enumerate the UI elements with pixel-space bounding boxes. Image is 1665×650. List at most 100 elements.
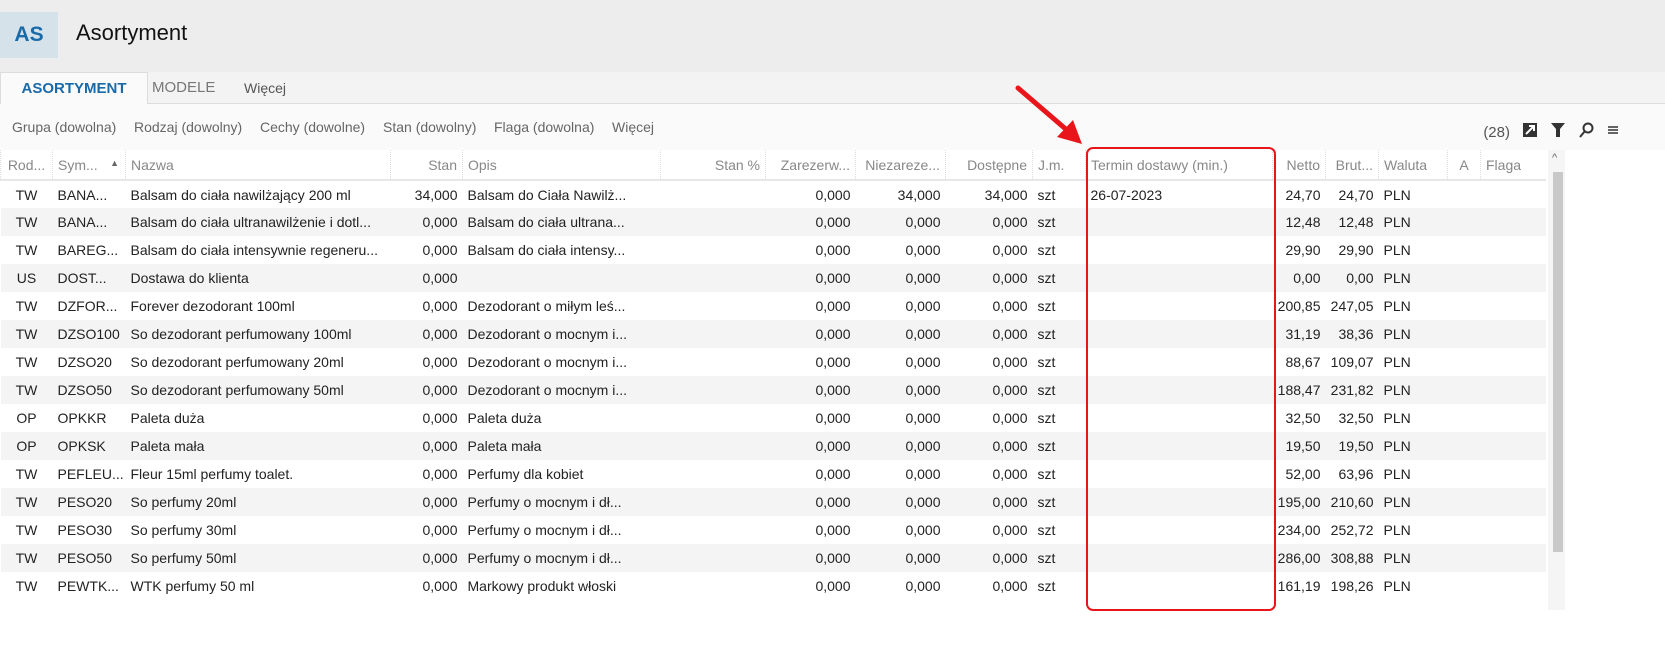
column-header[interactable]: Netto [1272, 150, 1326, 181]
table-cell: Paleta duża [467, 410, 542, 426]
table-row[interactable]: TW DZSO50 So dezodorant perfumowany 50ml 0,… [0, 376, 1546, 404]
table-cell: 0,000 [855, 544, 946, 572]
table-row[interactable]: TW PESO30 So perfumy 30ml 0,000 Perfumy o mo… [1, 516, 1546, 544]
table-cell: 0,000 [992, 354, 1028, 370]
column-header[interactable]: Nazwa [125, 150, 391, 181]
sort-ascending-icon: ▲ [110, 158, 119, 168]
table-cell: PESO20 [52, 488, 126, 516]
table-row[interactable]: OP OPKSK Paleta mała 0,000 Paleta mała 0,000 0… [0, 432, 1546, 460]
search-icon[interactable] [1578, 122, 1594, 142]
column-header[interactable]: Waluta [1378, 150, 1448, 181]
table-cell: US [0, 264, 53, 292]
table-row[interactable]: TW PEFLEU... Fleur 15ml perfumy toalet. 0,0… [1, 460, 1546, 488]
column-header[interactable]: Sym... ▲ [52, 150, 126, 181]
column-header[interactable]: Zarezerw... [765, 150, 856, 181]
column-header[interactable]: Stan % [660, 150, 766, 181]
table-cell [1448, 236, 1481, 264]
tab-asortyment[interactable]: ASORTYMENT [0, 72, 148, 105]
table-cell: Balsam do ciała ultrana... [462, 208, 661, 236]
table-cell [1086, 572, 1273, 600]
table-cell: Perfumy o mocnym i dł... [462, 488, 661, 516]
table-row[interactable]: TW BAREG... Balsam do ciała intensywnie re… [1, 236, 1546, 264]
scrollbar-thumb[interactable] [1553, 172, 1563, 552]
table-cell [660, 544, 766, 572]
filter-rodzaj[interactable]: Rodzaj (dowolny) [134, 119, 242, 135]
tab-bar: ASORTYMENT MODELE Więcej [0, 72, 1665, 105]
column-header[interactable]: J.m. [1032, 150, 1086, 181]
column-header[interactable]: Brut... [1325, 150, 1379, 181]
filter-flaga[interactable]: Flaga (dowolna) [494, 119, 594, 135]
table-cell: szt [1037, 298, 1056, 314]
column-header[interactable]: Stan [390, 150, 463, 181]
page-title: Asortyment [76, 20, 188, 45]
table-cell: TW [0, 544, 53, 572]
table-cell: PEWTK... [57, 578, 119, 594]
table-cell [1447, 432, 1481, 460]
table-cell: 286,00 [1272, 544, 1326, 572]
column-header[interactable]: Termin dostawy (min.) [1085, 150, 1273, 181]
table-cell: 0,000 [945, 320, 1033, 348]
table-cell: szt [1037, 578, 1056, 594]
table-row[interactable]: TW BANA... Balsam do ciała ultranawilżenie… [0, 208, 1546, 236]
filter-stan[interactable]: Stan (dowolny) [383, 119, 476, 135]
column-header[interactable]: Rod... [0, 150, 53, 181]
tab-modele[interactable]: MODELE [152, 72, 215, 104]
table-cell [661, 404, 766, 432]
table-cell: 29,90 [1338, 242, 1374, 258]
table-cell: 63,96 [1338, 466, 1374, 482]
table-cell: 0,000 [905, 522, 941, 538]
table-cell: 0,000 [905, 410, 941, 426]
filter-icon[interactable] [1550, 122, 1566, 142]
column-header[interactable]: Opis [462, 150, 661, 181]
column-header[interactable]: Flaga [1480, 150, 1546, 181]
table-cell [661, 236, 766, 264]
table-cell: 234,00 [1277, 522, 1321, 538]
table-row[interactable]: TW PEWTK... WTK perfumy 50 ml 0,000 Markowy … [1, 572, 1546, 600]
tab-more[interactable]: Więcej [244, 72, 286, 104]
table-cell: Dezodorant o mocnym i... [467, 354, 628, 370]
table-cell: 0,000 [390, 264, 463, 292]
table-cell: TW [15, 466, 38, 482]
table-row[interactable]: TW DZFOR... Forever dezodorant 100ml 0,000 D… [1, 292, 1546, 320]
table-cell: OPKSK [52, 432, 126, 460]
table-cell: PLN [1378, 432, 1448, 460]
table-cell: 0,000 [815, 522, 851, 538]
table-row[interactable]: TW DZSO20 So dezodorant perfumowany 20ml 0,… [1, 348, 1546, 376]
table-cell: 0,000 [855, 264, 946, 292]
table-cell: 34,000 [414, 186, 458, 203]
table-row[interactable]: OP OPKKR Paleta duża 0,000 Paleta duża 0,000 0… [1, 404, 1546, 432]
table-row[interactable]: TW PESO20 So perfumy 20ml 0,000 Perfumy o mo… [0, 488, 1546, 516]
table-row[interactable]: US DOST... Dostawa do klienta 0,000 0,000 0,0… [0, 264, 1546, 292]
scroll-up-icon[interactable]: ^ [1552, 152, 1557, 164]
table-cell: szt [1037, 522, 1056, 538]
filter-grupa[interactable]: Grupa (dowolna) [12, 119, 116, 135]
table-cell: Fleur 15ml perfumy toalet. [130, 466, 294, 482]
table-cell: 0,00 [1325, 264, 1379, 292]
table-row[interactable]: TW BANA... Balsam do ciała nawilżający 200… [1, 180, 1546, 208]
table-cell: 0,000 [422, 578, 458, 594]
table-cell [660, 208, 766, 236]
table-row[interactable]: TW DZSO100 So dezodorant perfumowany 100ml… [0, 320, 1546, 348]
export-icon[interactable] [1522, 122, 1538, 142]
menu-icon[interactable] [1606, 123, 1620, 141]
table-cell [1481, 236, 1546, 264]
filter-cechy[interactable]: Cechy (dowolne) [260, 119, 365, 135]
table-cell: 0,000 [422, 466, 458, 482]
table-cell [1481, 348, 1546, 376]
table-cell: 0,000 [765, 432, 856, 460]
column-header[interactable]: Dostępne [945, 150, 1033, 181]
table-cell: BANA... [52, 208, 126, 236]
table-cell: PLN [1383, 354, 1411, 370]
table-cell: 0,000 [855, 488, 946, 516]
table-cell: PLN [1378, 208, 1448, 236]
table-cell [660, 488, 766, 516]
table-cell: So dezodorant perfumowany 50ml [125, 376, 391, 404]
vertical-scrollbar[interactable]: ^ [1548, 150, 1565, 610]
table-row[interactable]: TW PESO50 So perfumy 50ml 0,000 Perfumy o mo… [0, 544, 1546, 572]
column-header[interactable]: A [1447, 150, 1481, 181]
table-cell [1085, 320, 1273, 348]
table-cell: PLN [1378, 320, 1448, 348]
column-header[interactable]: Niezareze... [855, 150, 946, 181]
filter-more[interactable]: Więcej [612, 119, 654, 135]
table-cell: OP [0, 432, 53, 460]
